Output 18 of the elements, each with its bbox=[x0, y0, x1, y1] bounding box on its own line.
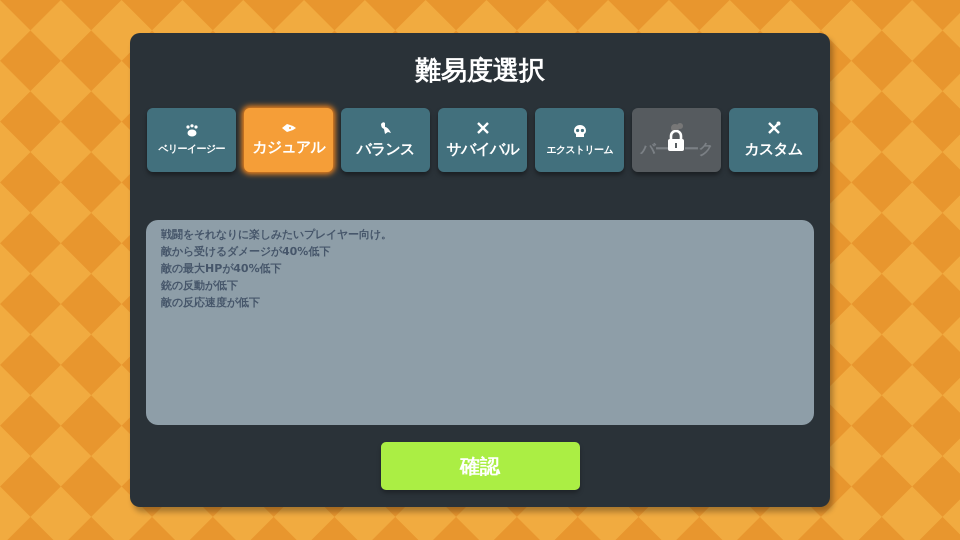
difficulty-tab[interactable]: サバイバル bbox=[438, 108, 527, 172]
description-line: 敵の反応速度が低下 bbox=[161, 295, 261, 311]
tools-icon bbox=[766, 121, 780, 135]
paw-icon bbox=[184, 124, 198, 137]
skull-icon bbox=[572, 124, 586, 138]
difficulty-tab[interactable]: エクストリーム bbox=[535, 108, 624, 172]
difficulty-tab[interactable]: ベリーイージー bbox=[147, 108, 236, 172]
difficulty-tab[interactable]: バランス bbox=[341, 108, 430, 172]
bird-icon bbox=[378, 121, 392, 135]
description-line: 銃の反動が低下 bbox=[161, 278, 239, 294]
dialog-title: 難易度選択 bbox=[415, 55, 545, 88]
swords-icon bbox=[476, 121, 490, 135]
description-line: 敵の最大HPが40%低下 bbox=[161, 261, 283, 277]
difficulty-tab[interactable]: カスタム bbox=[729, 108, 818, 172]
description-line: 敵から受けるダメージが40%低下 bbox=[161, 244, 332, 260]
fish-icon bbox=[280, 123, 296, 133]
lock-icon bbox=[667, 130, 685, 152]
description-line: 戦闘をそれなりに楽しみたいプレイヤー向け。 bbox=[161, 227, 393, 243]
